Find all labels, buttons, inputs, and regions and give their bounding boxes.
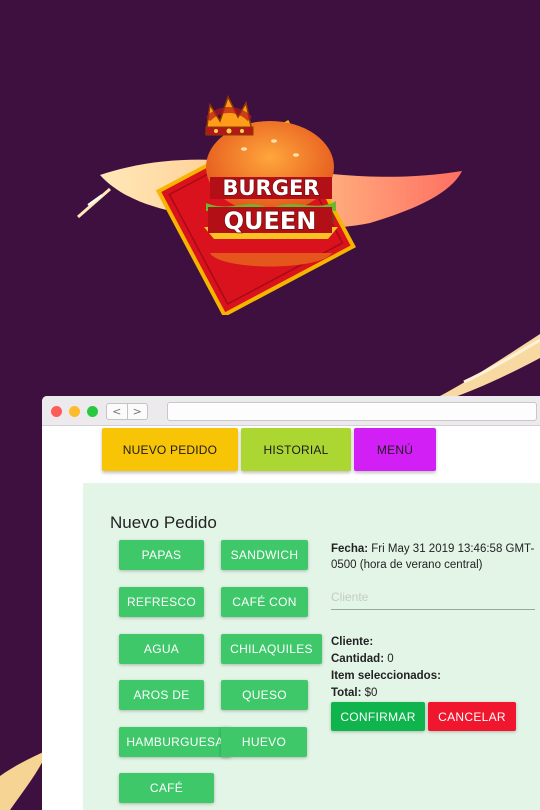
tab-nuevo-pedido[interactable]: NUEVO PEDIDO	[102, 428, 238, 471]
browser-window: < > NUEVO PEDIDO HISTORIAL MENÚ Nuevo Pe…	[42, 396, 540, 810]
tab-historial[interactable]: HISTORIAL	[241, 428, 351, 471]
order-summary: Cliente: Cantidad: 0 Item seleccionados:…	[331, 634, 441, 702]
product-button-queso[interactable]: QUESO	[221, 680, 308, 710]
brush-stroke-top-right	[440, 334, 540, 398]
product-button-refresco[interactable]: REFRESCO	[119, 587, 204, 617]
product-button-cafe[interactable]: CAFÉ	[119, 773, 214, 803]
cancel-button[interactable]: CANCELAR	[428, 702, 516, 731]
order-date: Fecha: Fri May 31 2019 13:46:58 GMT-0500…	[331, 541, 536, 573]
burger-queen-logo: BURGER QUEEN	[70, 85, 470, 315]
product-button-papas[interactable]: PAPAS	[119, 540, 204, 570]
cliente-input[interactable]	[331, 584, 535, 610]
product-button-chilaquiles[interactable]: CHILAQUILES	[221, 634, 322, 664]
cantidad-label: Cantidad:	[331, 653, 385, 665]
maximize-window-button[interactable]	[87, 406, 98, 417]
address-bar[interactable]	[167, 402, 537, 421]
product-button-aros-de[interactable]: AROS DE	[119, 680, 204, 710]
product-button-huevo[interactable]: HUEVO	[221, 727, 307, 757]
back-icon[interactable]: <	[107, 404, 127, 419]
product-button-agua[interactable]: AGUA	[119, 634, 204, 664]
product-button-sandwich[interactable]: SANDWICH	[221, 540, 308, 570]
fecha-label: Fecha:	[331, 543, 369, 555]
close-window-button[interactable]	[51, 406, 62, 417]
total-label: Total:	[331, 687, 362, 699]
history-nav: < >	[106, 403, 148, 420]
product-button-cafe-con[interactable]: CAFÉ CON	[221, 587, 308, 617]
cantidad-value: 0	[387, 653, 394, 665]
logo-line2: QUEEN	[224, 207, 317, 235]
confirm-button[interactable]: CONFIRMAR	[331, 702, 425, 731]
product-button-hamburguesa[interactable]: HAMBURGUESA	[119, 727, 231, 757]
items-label: Item seleccionados:	[331, 670, 441, 682]
order-panel: Nuevo Pedido PAPAS SANDWICH REFRESCO CAF…	[83, 483, 540, 810]
tab-menu[interactable]: MENÚ	[354, 428, 436, 471]
minimize-window-button[interactable]	[69, 406, 80, 417]
total-value: $0	[364, 687, 378, 699]
cliente-label: Cliente:	[331, 636, 374, 648]
forward-icon[interactable]: >	[126, 404, 148, 419]
browser-toolbar: < >	[42, 396, 540, 426]
logo-line1: BURGER	[223, 176, 320, 200]
app-page: NUEVO PEDIDO HISTORIAL MENÚ Nuevo Pedido…	[42, 427, 540, 810]
page-title: Nuevo Pedido	[110, 513, 217, 532]
